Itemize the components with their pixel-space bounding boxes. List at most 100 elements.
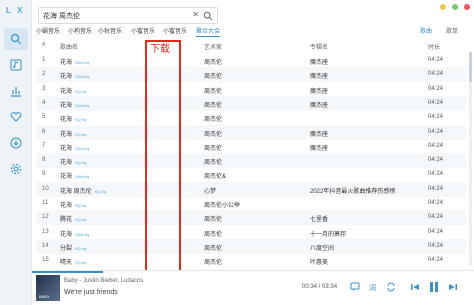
maximize-button[interactable] xyxy=(452,4,458,10)
song-artist: 周杰伦& xyxy=(204,174,227,181)
col-artist: 艺术家 xyxy=(204,45,223,51)
row-index: 14 xyxy=(42,242,49,249)
row-index: 1 xyxy=(42,57,46,63)
song-duration: 04:24 xyxy=(428,200,444,206)
col-index: # xyxy=(42,42,46,48)
pause-icon[interactable] xyxy=(428,281,440,293)
tab-playlists[interactable]: 歌单 xyxy=(446,26,458,35)
row-index: 5 xyxy=(42,114,46,121)
song-album: 叶惠美 xyxy=(310,260,329,267)
song-artist: 周杰伦 xyxy=(204,60,223,66)
tab-songs[interactable]: 歌曲 xyxy=(420,26,432,35)
lyric-icon[interactable]: 词 xyxy=(368,282,378,292)
row-index: 6 xyxy=(42,128,46,135)
search-icon xyxy=(10,33,22,45)
song-name: 花海 周杰伦 SQ hq xyxy=(60,186,106,195)
next-icon[interactable] xyxy=(448,282,458,292)
table-row[interactable]: 7 花海 24bit hq 周杰伦 魔杰座 04:24 xyxy=(36,139,466,154)
repeat-icon[interactable] xyxy=(386,282,396,292)
song-name: 花海 SQ hq xyxy=(60,129,86,138)
quality-badge: SQ hq xyxy=(75,160,87,166)
song-artist: 周杰伦 xyxy=(204,160,223,167)
song-duration: 04:24 xyxy=(428,99,444,106)
search-input[interactable] xyxy=(43,9,183,22)
table-row[interactable]: 3 花海 SQ hq 周杰伦 魔杰座 04:24 xyxy=(36,82,466,97)
quality-badge: 24bit hq xyxy=(75,231,90,237)
playlist-icon xyxy=(10,59,22,71)
search-submit-icon[interactable] xyxy=(203,11,213,21)
table-row[interactable]: 6 花海 SQ hq 周杰伦 魔杰座 04:24 xyxy=(36,124,466,140)
table-row[interactable]: 15 晴天 SQ hq 周杰伦 叶惠美 04:24 xyxy=(36,253,466,268)
table-row[interactable]: 2 花海 24bit hq 周杰伦 魔杰座 04:24 xyxy=(36,67,466,83)
song-album: 八度空间 xyxy=(310,245,335,252)
sidebar-item-search[interactable] xyxy=(4,28,28,50)
quality-badge: 24bit hq xyxy=(75,145,90,151)
sidebar-item-favorite[interactable] xyxy=(4,106,28,128)
annotation-box xyxy=(145,40,181,282)
tab-source-1[interactable]: 小蜗音乐 xyxy=(36,26,60,35)
col-name: 歌曲名 xyxy=(60,45,79,51)
sidebar-item-playlist[interactable] xyxy=(4,54,28,76)
table-row[interactable]: 4 花海 24bit hq 周杰伦 魔杰座 04:24 xyxy=(36,95,466,111)
table-row[interactable]: 9 花海 24bit hq 周杰伦& 04:24 xyxy=(36,167,466,182)
song-duration: 04:24 xyxy=(428,142,444,149)
table-row[interactable]: 5 花海 SQ hq 周杰伦 04:24 xyxy=(36,110,466,125)
quality-badge: SQ hq xyxy=(75,260,87,266)
song-duration: 04:24 xyxy=(428,228,444,235)
table-row[interactable]: 14 分裂 SQ hq 周杰伦 八度空间 04:24 xyxy=(36,238,466,254)
table-row[interactable]: 8 花海 SQ hq 周杰伦 04:24 xyxy=(36,153,466,169)
tab-source-all[interactable]: 聚合大会 xyxy=(196,26,220,35)
song-name: 花海 SQ hq xyxy=(60,114,86,123)
song-duration: 04:24 xyxy=(428,257,444,264)
search-box[interactable]: ✕ xyxy=(38,7,218,24)
song-name: 腾花 SQ hq xyxy=(60,214,86,223)
playback-progress[interactable] xyxy=(32,271,103,273)
song-duration: 04:24 xyxy=(428,71,444,78)
charts-icon xyxy=(11,87,21,97)
tab-source-2[interactable]: 小枸音乐 xyxy=(68,26,92,35)
song-name: 花海 24bit hq xyxy=(60,171,89,180)
table-row[interactable]: 10 花海 周杰伦 SQ hq 心梦 2022年抖音最火歌曲推荐伤感榜 04:24 xyxy=(36,181,466,197)
song-name-text: 花海 周杰伦 xyxy=(60,188,92,195)
tab-source-4[interactable]: 小蜜音乐 xyxy=(131,26,155,35)
table-row[interactable]: 1 花海 24bit hq 周杰伦 魔杰座 04:24 xyxy=(36,53,466,68)
album-cover[interactable]: BABY xyxy=(36,275,60,301)
song-album: 七里香 xyxy=(310,217,329,224)
song-duration: 04:24 xyxy=(428,85,444,92)
table-row[interactable]: 11 花海 SQ hq 周杰伦小公举 04:24 xyxy=(36,196,466,211)
scrollbar[interactable] xyxy=(469,52,472,266)
clear-icon[interactable]: ✕ xyxy=(192,10,199,19)
song-artist: 周杰伦 xyxy=(204,117,223,124)
quality-badge: SQ hq xyxy=(75,245,87,251)
tab-source-5[interactable]: 小蜜音乐 xyxy=(163,26,187,35)
quality-badge: SQ hq xyxy=(75,217,87,223)
table-row[interactable]: 13 花海 24bit hq 周杰伦 十一月的萧邦 04:24 xyxy=(36,225,466,240)
close-button[interactable] xyxy=(464,4,470,10)
sidebar-item-settings[interactable] xyxy=(4,158,28,180)
minimize-button[interactable] xyxy=(440,4,446,10)
song-artist: 周杰伦 xyxy=(204,145,223,152)
song-duration: 04:24 xyxy=(428,242,444,249)
table-row[interactable]: 12 腾花 SQ hq 周杰伦 七里香 04:24 xyxy=(36,210,466,226)
tab-source-3[interactable]: 小秋音乐 xyxy=(98,26,122,35)
annotation-label: 下载 xyxy=(150,44,170,55)
song-name-text: 花海 xyxy=(60,74,73,81)
quality-badge: SQ hq xyxy=(75,117,87,123)
song-artist: 周杰伦 xyxy=(204,131,223,138)
song-artist: 周杰伦 xyxy=(204,74,223,81)
row-index: 11 xyxy=(42,200,49,206)
song-duration: 04:24 xyxy=(428,157,444,164)
sidebar-item-download[interactable] xyxy=(4,132,28,154)
song-name: 花海 24bit hq xyxy=(60,71,89,80)
cover-text: BABY xyxy=(39,294,50,299)
prev-icon[interactable] xyxy=(410,282,420,292)
row-index: 13 xyxy=(42,228,49,235)
song-artist: 周杰伦 xyxy=(204,231,223,238)
song-name-text: 花海 xyxy=(60,160,73,167)
comment-icon[interactable] xyxy=(350,282,360,292)
song-album: 2022年抖音最火歌曲推荐伤感榜 xyxy=(310,188,396,195)
song-duration: 04:24 xyxy=(428,171,444,178)
sidebar-item-charts[interactable] xyxy=(4,80,28,102)
scrollbar-thumb[interactable] xyxy=(469,52,472,82)
quality-badge: SQ hq xyxy=(94,188,107,194)
